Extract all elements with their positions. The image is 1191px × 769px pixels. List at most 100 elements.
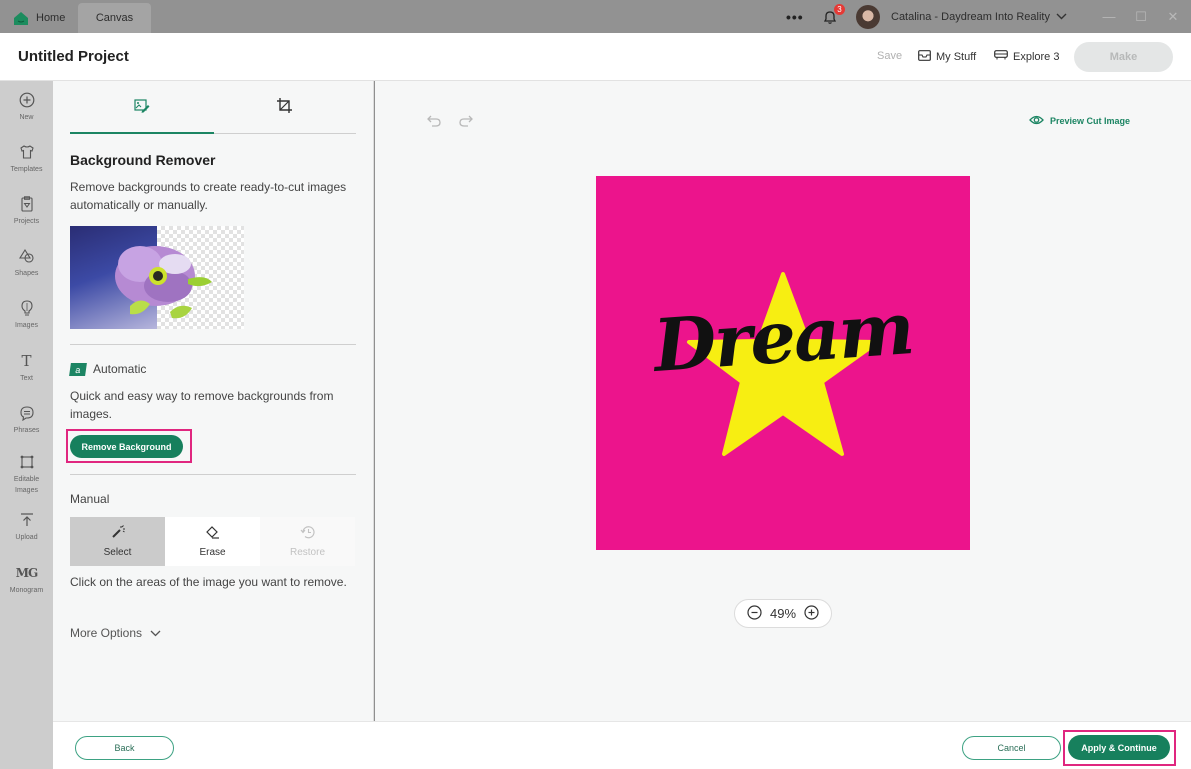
preview-label: Preview Cut Image [1050, 116, 1131, 126]
shirt-icon [19, 142, 35, 162]
rail-item-text[interactable]: T Text [0, 351, 53, 384]
select-tool-label: Select [103, 547, 132, 558]
more-options-label: More Options [70, 626, 143, 640]
chevron-down-icon [150, 626, 161, 640]
canvas-area: Preview Cut Image Dream 49% [375, 81, 1191, 721]
automatic-icon: a [69, 362, 87, 376]
rail-label: Text [20, 375, 33, 382]
rail-label: Monogram [9, 587, 44, 594]
rail-label: Shapes [14, 270, 39, 277]
project-title[interactable]: Untitled Project [18, 48, 129, 65]
zoom-in-icon[interactable] [804, 604, 819, 623]
section-divider [70, 344, 356, 345]
rail-label: Templates [10, 166, 43, 173]
avatar[interactable] [856, 5, 880, 29]
panel-description: Remove backgrounds to create ready-to-cu… [70, 180, 347, 212]
manual-description: Click on the areas of the image you want… [70, 575, 347, 589]
eye-icon [1029, 115, 1044, 127]
upload-icon [20, 510, 34, 530]
tab-background-remover[interactable] [70, 81, 213, 135]
remove-background-button[interactable]: Remove Background [70, 435, 183, 458]
automatic-label: Automatic [93, 362, 147, 376]
image-edit-icon [133, 98, 150, 118]
inbox-icon [918, 50, 931, 64]
monogram-icon: MG [15, 566, 39, 580]
rail-item-new[interactable]: New [0, 90, 53, 123]
tab-canvas[interactable]: Canvas [78, 3, 151, 33]
rail-item-shapes[interactable]: Shapes [0, 246, 53, 279]
lightbulb-icon [20, 298, 34, 318]
more-dots-icon[interactable]: ••• [786, 0, 804, 33]
rail-label: Editable Images [13, 476, 40, 494]
rail-item-editable-images[interactable]: Editable Images [0, 452, 53, 496]
app-header: Untitled Project Save My Stuff Explore 3… [0, 33, 1191, 81]
undo-icon[interactable] [427, 114, 441, 132]
tab-home[interactable]: Home [8, 3, 76, 33]
rail-label: Upload [15, 534, 38, 541]
editable-image-icon [19, 452, 35, 472]
rail-label: Images [15, 322, 38, 329]
crop-icon [277, 98, 292, 118]
artwork-image[interactable]: Dream [596, 176, 970, 550]
left-rail: New Templates Projects Shapes Images T T… [0, 81, 53, 769]
section-divider [70, 474, 356, 475]
my-stuff-button[interactable]: My Stuff [918, 50, 976, 64]
window-titlebar: Home Canvas ••• 3 Catalina - Daydream In… [0, 0, 1191, 33]
user-menu[interactable]: Catalina - Daydream Into Reality [891, 0, 1067, 33]
minimize-button[interactable]: — [1094, 0, 1124, 33]
back-button[interactable]: Back [75, 736, 174, 760]
close-button[interactable]: ✕ [1158, 0, 1188, 33]
magic-wand-icon [111, 525, 125, 542]
restore-tool-button[interactable]: Restore [260, 517, 355, 566]
shapes-icon [18, 246, 35, 266]
select-tool-button[interactable]: Select [70, 517, 165, 566]
eraser-icon [205, 525, 220, 542]
text-icon: T [21, 352, 32, 370]
rail-item-monogram[interactable]: MG Monogram [0, 563, 53, 596]
preview-cut-image-button[interactable]: Preview Cut Image [1029, 115, 1130, 127]
zoom-control: 49% [734, 599, 832, 628]
redo-icon[interactable] [459, 114, 473, 132]
explore-label: Explore 3 [1013, 50, 1060, 63]
rail-label: New [19, 114, 34, 121]
make-button[interactable]: Make [1074, 42, 1173, 72]
zoom-value: 49% [769, 606, 797, 621]
my-stuff-label: My Stuff [936, 51, 977, 63]
clipboard-icon [20, 194, 34, 214]
cancel-button[interactable]: Cancel [962, 736, 1061, 760]
tab-crop[interactable] [213, 81, 356, 135]
rail-item-templates[interactable]: Templates [0, 142, 53, 175]
chevron-down-icon [1056, 11, 1067, 23]
restore-tool-label: Restore [289, 547, 325, 558]
explore-button[interactable]: Explore 3 [994, 50, 1059, 63]
user-name: Catalina - Daydream Into Reality [891, 10, 1050, 23]
erase-tool-label: Erase [199, 547, 226, 558]
maximize-button[interactable]: ☐ [1126, 0, 1156, 33]
background-remover-panel: Background Remover Remove backgrounds to… [53, 81, 374, 721]
rail-item-upload[interactable]: Upload [0, 510, 53, 543]
rail-label: Phrases [13, 427, 40, 434]
manual-label: Manual [70, 492, 110, 506]
home-icon [14, 11, 28, 25]
rail-item-images[interactable]: Images [0, 298, 53, 331]
plus-circle-icon [19, 90, 35, 110]
rail-item-projects[interactable]: Projects [0, 194, 53, 227]
save-button[interactable]: Save [877, 50, 902, 62]
panel-title: Background Remover [70, 152, 216, 168]
example-thumbnail [70, 226, 244, 329]
more-options-toggle[interactable]: More Options [70, 626, 161, 640]
automatic-section-header: a Automatic [69, 362, 147, 376]
apply-continue-button[interactable]: Apply & Continue [1068, 735, 1170, 760]
speech-bubble-icon [19, 403, 35, 423]
erase-tool-button[interactable]: Erase [165, 517, 260, 566]
rail-item-phrases[interactable]: Phrases [0, 403, 53, 436]
notification-badge: 3 [834, 4, 845, 15]
tab-canvas-label: Canvas [95, 12, 134, 24]
automatic-description: Quick and easy way to remove backgrounds… [70, 389, 334, 421]
active-tab-indicator [70, 132, 214, 134]
machine-icon [994, 50, 1008, 63]
rail-label: Projects [13, 218, 40, 225]
zoom-out-icon[interactable] [747, 604, 762, 623]
tab-home-label: Home [36, 12, 66, 24]
footer-bar: Back Cancel Apply & Continue [53, 721, 1191, 769]
